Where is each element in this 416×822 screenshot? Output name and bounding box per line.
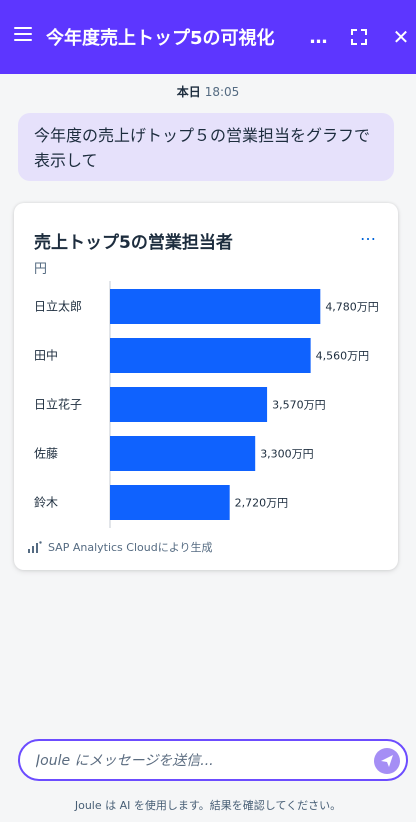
timestamp-day: 本日 <box>176 85 201 99</box>
close-icon[interactable]: ✕ <box>386 22 416 52</box>
category-label: 日立太郎 <box>34 299 82 314</box>
send-button[interactable] <box>374 748 400 774</box>
category-label: 田中 <box>34 348 58 363</box>
message-input[interactable] <box>34 749 368 773</box>
data-label: 4,560万円 <box>316 350 370 363</box>
timestamp-time: 18:05 <box>204 85 240 99</box>
bar-chart: 日立太郎 4,780万円田中 4,560万円日立花子 3,570万円佐藤 3,300万円… <box>34 281 379 528</box>
data-label: 3,570万円 <box>272 399 326 412</box>
data-label: 3,300万円 <box>260 448 314 461</box>
fullscreen-icon[interactable] <box>344 22 374 52</box>
bar[interactable] <box>110 289 321 324</box>
generated-by-note: SAP Analytics Cloudにより生成 <box>28 539 213 555</box>
bar[interactable] <box>110 338 311 373</box>
category-label: 鈴木 <box>34 495 58 510</box>
timestamp: 本日 18:05 <box>0 83 416 100</box>
category-label: 日立花子 <box>34 397 82 412</box>
menu-icon[interactable] <box>14 27 32 41</box>
user-message-bubble: 今年度の売上げトップ５の営業担当をグラフで表示して <box>18 113 394 181</box>
send-icon <box>381 755 393 767</box>
more-options-icon[interactable]: … <box>304 22 334 52</box>
data-label: 2,720万円 <box>235 497 289 510</box>
app-header: 今年度売上トップ5の可視化 … ✕ <box>0 0 416 74</box>
chart-card: 売上トップ5の営業担当者 … 円 日立太郎 4,780万円 田中 4,560万円 日立花… <box>14 203 398 570</box>
page-title: 今年度売上トップ5の可視化 <box>46 28 275 49</box>
bar[interactable] <box>110 436 256 471</box>
message-input-container <box>18 739 408 781</box>
bar[interactable] <box>110 387 268 422</box>
sac-logo-icon <box>28 541 42 553</box>
generated-by-text: SAP Analytics Cloudにより生成 <box>48 541 213 554</box>
data-label: 4,780万円 <box>325 301 379 314</box>
category-label: 佐藤 <box>34 447 58 461</box>
bar[interactable] <box>110 485 230 520</box>
ai-disclaimer: Joule は AI を使用します。結果を確認してください。 <box>74 799 342 812</box>
